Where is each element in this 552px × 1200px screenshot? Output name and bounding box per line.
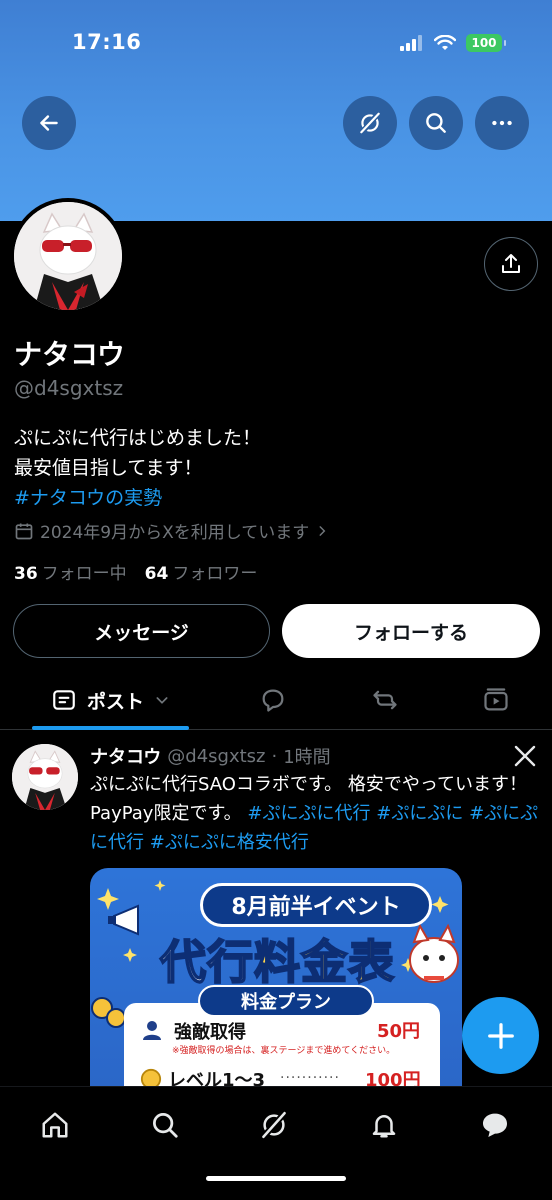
nav-search[interactable] xyxy=(145,1105,185,1145)
cat-avatar-image xyxy=(14,202,122,310)
compose-post-button[interactable] xyxy=(462,997,539,1074)
profile-tabs: ポスト xyxy=(0,672,552,730)
follow-button[interactable]: フォローする xyxy=(282,604,540,658)
price-row-dots: ........... xyxy=(280,1066,340,1082)
posts-icon xyxy=(53,690,75,710)
wifi-icon xyxy=(434,35,456,50)
profile-handle: @d4sgxtsz xyxy=(14,376,124,400)
home-icon xyxy=(42,1112,68,1138)
search-button[interactable] xyxy=(409,96,463,150)
share-icon xyxy=(502,254,520,273)
plus-icon xyxy=(487,1022,514,1049)
price-row-value: 50円 xyxy=(377,1021,421,1042)
nav-messages[interactable] xyxy=(475,1105,515,1145)
status-indicators: 100 xyxy=(400,34,506,52)
signal-icon xyxy=(400,35,422,51)
arrow-left-icon xyxy=(40,115,58,131)
post-author-handle[interactable]: @d4sgxtsz xyxy=(167,746,265,767)
following-count: 36 xyxy=(14,564,38,584)
tab-posts[interactable]: ポスト xyxy=(32,672,189,728)
cat-mascot-icon xyxy=(409,923,459,983)
price-plan-header: 料金プラン xyxy=(198,985,374,1017)
status-time: 17:16 xyxy=(72,30,142,54)
price-row-label: レベル1～3 xyxy=(168,1070,266,1086)
chevron-right-icon xyxy=(319,525,326,536)
megaphone-icon xyxy=(108,904,139,936)
bio-hashtag-link[interactable]: #ナタコウの実勢 xyxy=(14,483,261,513)
nav-grok[interactable] xyxy=(254,1105,294,1145)
tab-reposts[interactable] xyxy=(364,672,406,728)
post-author-avatar[interactable] xyxy=(12,744,78,810)
more-button[interactable] xyxy=(475,96,529,150)
price-row-label: 強敵取得 xyxy=(174,1022,246,1043)
post-hashtag[interactable]: #ぷにぷに格安代行 xyxy=(150,832,309,853)
cat-avatar-image xyxy=(12,744,78,810)
promo-title-part1: 代行 xyxy=(159,934,254,990)
post-hashtag[interactable]: #ぷにぷに代行 xyxy=(247,803,370,824)
bio-line: ぷにぷに代行はじめました！ xyxy=(14,427,262,449)
message-button[interactable]: メッセージ xyxy=(13,604,270,658)
home-indicator xyxy=(206,1176,346,1181)
tab-replies[interactable] xyxy=(252,672,294,728)
active-tab-indicator xyxy=(32,726,189,730)
promo-title-part2: 料金表 xyxy=(253,934,395,990)
grok-button[interactable] xyxy=(343,96,397,150)
more-icon xyxy=(492,120,512,126)
tab-posts-label: ポスト xyxy=(86,690,144,713)
promo-event-pill: 8月前半イベント xyxy=(200,883,432,927)
back-button[interactable] xyxy=(22,96,76,150)
post-image[interactable]: 8月前半イベント 代行料金表 料金プラン 強敵取得 50円 ※強敵取得の場合は、… xyxy=(90,868,462,1086)
repost-icon xyxy=(373,690,397,710)
share-profile-button[interactable] xyxy=(484,237,538,291)
profile-avatar[interactable] xyxy=(10,198,126,314)
bottom-navigation xyxy=(0,1086,552,1200)
follow-stats: 36 フォロー中 64 フォロワー xyxy=(14,559,257,584)
profile-name: ナタコウ xyxy=(14,338,125,371)
video-icon xyxy=(484,688,508,711)
followers-label: フォロワー xyxy=(172,564,258,584)
calendar-icon xyxy=(15,523,33,539)
post-author-name[interactable]: ナタコウ xyxy=(90,743,161,769)
chat-bubble-icon xyxy=(483,1113,507,1137)
nav-notifications[interactable] xyxy=(364,1105,404,1145)
bell-icon xyxy=(372,1115,396,1138)
price-row-note: ※強敵取得の場合は、裏ステージまで進めてください。 xyxy=(172,1046,396,1056)
promo-title: 代行料金表 xyxy=(159,926,395,992)
x-logo-icon[interactable] xyxy=(513,744,537,768)
grok-icon xyxy=(261,1111,287,1139)
price-row-value: 100円 xyxy=(365,1070,421,1086)
followers-link[interactable]: 64 フォロワー xyxy=(145,559,258,584)
tab-media[interactable] xyxy=(475,672,517,728)
person-icon xyxy=(143,1021,161,1040)
bio-line: 最安値目指してます！ xyxy=(14,457,203,479)
chevron-down-icon xyxy=(156,697,168,704)
coin-level-icon xyxy=(140,1068,162,1086)
profile-bio: ぷにぷに代行はじめました！ 最安値目指してます！ #ナタコウの実勢 xyxy=(14,423,261,513)
post-header: ナタコウ @d4sgxtsz · 1時間 xyxy=(90,743,331,769)
search-icon xyxy=(426,113,446,133)
following-link[interactable]: 36 フォロー中 xyxy=(14,559,127,584)
coin-icon xyxy=(91,997,126,1028)
search-icon xyxy=(153,1113,178,1138)
battery-indicator: 100 xyxy=(466,34,506,52)
joined-date-row[interactable]: 2024年9月からXを利用しています xyxy=(14,518,329,543)
joined-date-text: 2024年9月からXを利用しています xyxy=(40,523,310,543)
post-separator: · xyxy=(271,745,278,767)
post-hashtag[interactable]: #ぷにぷに xyxy=(376,803,463,824)
reply-icon xyxy=(262,689,284,712)
grok-icon xyxy=(360,112,380,134)
post-text: ぷにぷに代行SAOコラボです。 格安でやっています！PayPay限定です。 #ぷ… xyxy=(90,770,542,857)
followers-count: 64 xyxy=(144,564,169,584)
post-time[interactable]: 1時間 xyxy=(283,743,330,769)
nav-home[interactable] xyxy=(35,1105,75,1145)
following-label: フォロー中 xyxy=(41,564,127,584)
